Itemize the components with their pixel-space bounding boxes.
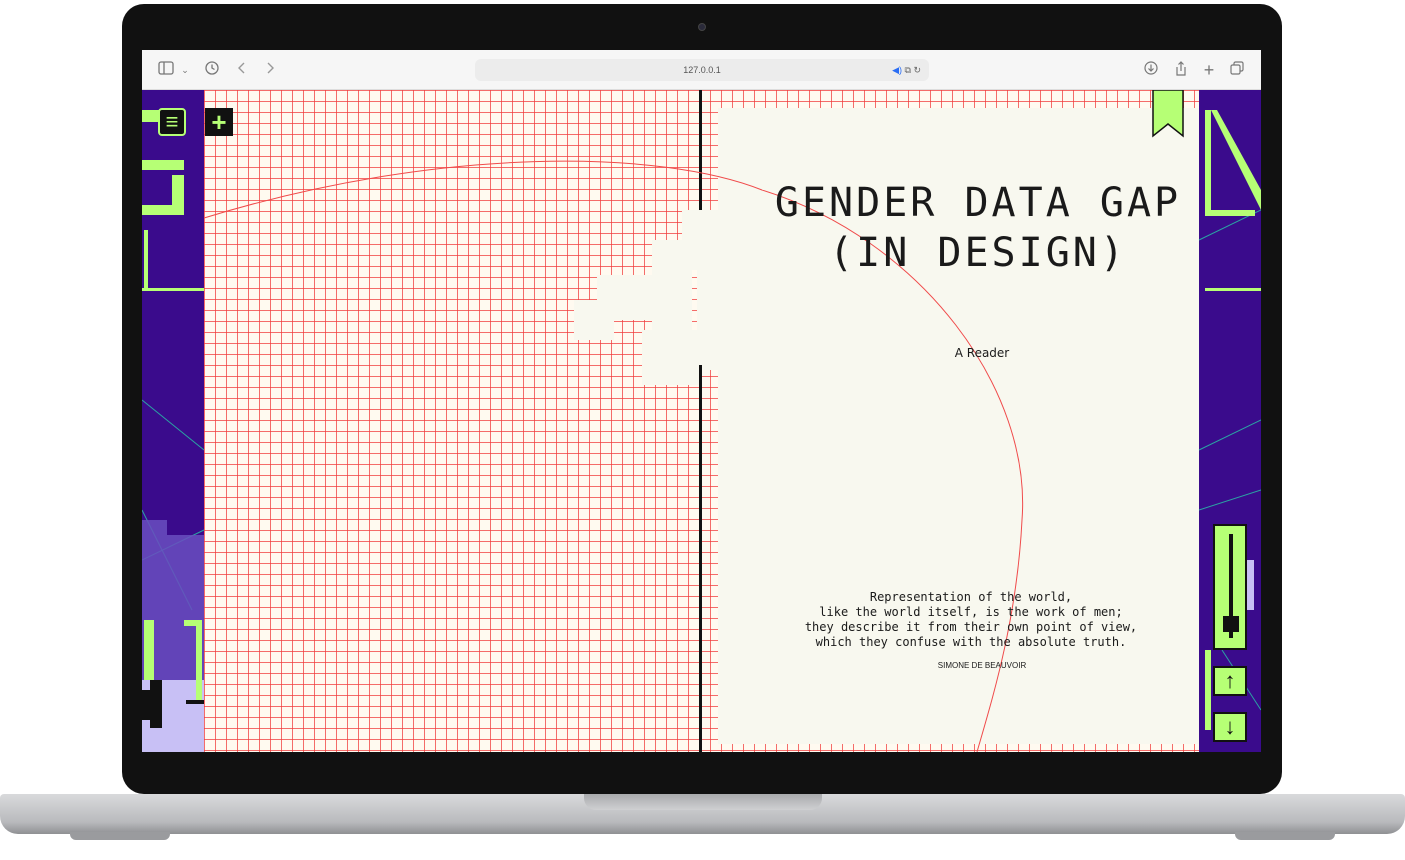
add-button[interactable]: + (205, 108, 233, 136)
address-bar[interactable]: 127.0.0.1 ◀) ⧉ ↻ (475, 59, 929, 81)
scroll-down-button[interactable]: ↓ (1213, 712, 1247, 742)
quote-author: SIMONE DE BEAUVOIR (937, 661, 1027, 670)
laptop-foot-left (70, 832, 170, 840)
page-title: GENDER DATA GAP (IN DESIGN) (748, 178, 1208, 278)
history-icon[interactable] (202, 61, 222, 79)
url-text: 127.0.0.1 (683, 65, 721, 75)
epigraph-quote: Representation of the world, like the wo… (804, 590, 1138, 649)
left-decorative-strip (142, 90, 204, 752)
reload-icon[interactable]: ↻ (913, 65, 921, 75)
bookmark-icon[interactable] (1152, 90, 1184, 138)
tab-overview-icon[interactable] (1228, 61, 1246, 79)
pixel-blob (697, 210, 707, 365)
share-icon[interactable] (1172, 61, 1190, 79)
forward-icon[interactable] (260, 61, 280, 79)
speaker-icon[interactable]: ◀) (892, 65, 902, 75)
pixel-blob (574, 300, 614, 340)
zoom-slider[interactable] (1213, 524, 1247, 650)
scroll-up-button[interactable]: ↑ (1213, 666, 1247, 696)
browser-toolbar: ⌄ 127.0.0.1 ◀) ⧉ ↻ + (142, 50, 1261, 90)
address-bar-icons: ◀) ⧉ ↻ (892, 59, 921, 81)
camera-icon (698, 23, 706, 31)
laptop-notch (584, 794, 822, 810)
chevron-down-icon[interactable]: ⌄ (180, 61, 190, 79)
title-line-1: GENDER DATA GAP (774, 180, 1182, 226)
title-line-2: (IN DESIGN) (829, 230, 1127, 276)
back-icon[interactable] (232, 61, 252, 79)
right-decorative-strip (1199, 90, 1261, 752)
slider-thumb[interactable] (1223, 615, 1239, 632)
new-tab-icon[interactable]: + (1200, 61, 1218, 79)
web-page: GENDER DATA GAP (IN DESIGN) A Reader Rep… (142, 90, 1261, 752)
translate-icon[interactable]: ⧉ (905, 65, 911, 75)
laptop-foot-right (1235, 832, 1335, 840)
download-icon[interactable] (1142, 61, 1160, 79)
menu-button[interactable]: ≡ (158, 108, 186, 136)
page-divider (699, 90, 702, 752)
pixel-blob (642, 330, 702, 385)
page-subtitle: A Reader (954, 346, 1010, 360)
screen: ⌄ 127.0.0.1 ◀) ⧉ ↻ + GENDER DATA GAP (IN… (142, 50, 1261, 752)
sidebar-icon[interactable] (156, 61, 176, 79)
